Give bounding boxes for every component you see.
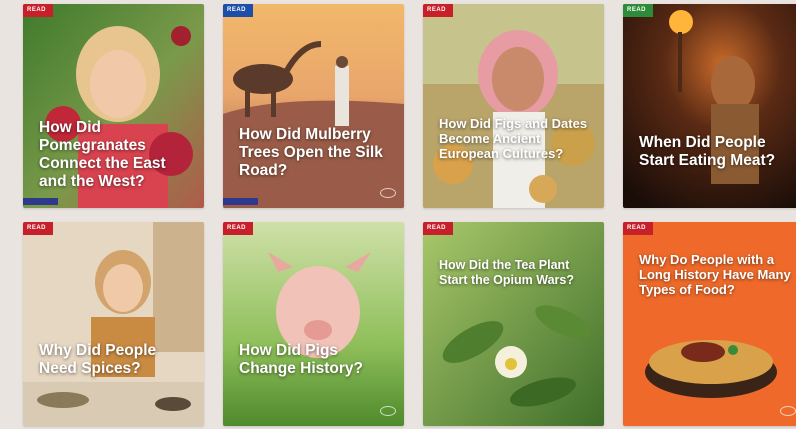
badge: READ xyxy=(223,222,253,235)
badge: READ xyxy=(623,222,653,235)
badge: READ xyxy=(223,4,253,17)
publisher-logo-icon xyxy=(780,406,796,416)
card-image xyxy=(23,222,204,426)
publisher-logo-icon xyxy=(380,188,396,198)
card-title: Why Do People with a Long History Have M… xyxy=(639,252,791,297)
badge: READ xyxy=(623,4,653,17)
card-title: How Did Mulberry Trees Open the Silk Roa… xyxy=(239,126,383,179)
card-title: How Did the Tea Plant Start the Opium Wa… xyxy=(439,258,574,287)
card-image xyxy=(423,222,604,426)
article-card[interactable]: READ Why Do People with a Long History H… xyxy=(623,222,796,426)
article-card[interactable]: READ How Did Figs and Dates Become Ancie… xyxy=(423,4,604,208)
article-card[interactable]: READ How Did the Tea Plant Start the Opi… xyxy=(423,222,604,426)
card-image xyxy=(423,4,604,208)
card-title: How Did Pomegranates Connect the East an… xyxy=(39,119,166,190)
article-card[interactable]: READ How Did Pomegranates Connect the Ea… xyxy=(23,4,204,208)
article-card[interactable]: READ How Did Pigs Change History? xyxy=(223,222,404,426)
article-card[interactable]: READ When Did People Start Eating Meat? xyxy=(623,4,796,208)
card-title: How Did Figs and Dates Become Ancient Eu… xyxy=(439,116,588,161)
article-card[interactable]: READ Why Did People Need Spices? xyxy=(23,222,204,426)
badge: READ xyxy=(423,4,453,17)
publisher-logo-icon xyxy=(380,406,396,416)
card-title: How Did Pigs Change History? xyxy=(239,342,364,377)
badge: READ xyxy=(23,4,53,17)
badge: READ xyxy=(423,222,453,235)
footer-tag xyxy=(23,198,58,205)
footer-tag xyxy=(223,198,258,205)
card-title: When Did People Start Eating Meat? xyxy=(639,134,776,169)
article-card-grid: READ How Did Pomegranates Connect the Ea… xyxy=(23,4,796,429)
badge: READ xyxy=(23,222,53,235)
article-card[interactable]: READ How Did Mulberry Trees Open the Sil… xyxy=(223,4,404,208)
card-title: Why Did People Need Spices? xyxy=(39,342,157,377)
card-image xyxy=(623,4,796,208)
card-image xyxy=(223,222,404,426)
